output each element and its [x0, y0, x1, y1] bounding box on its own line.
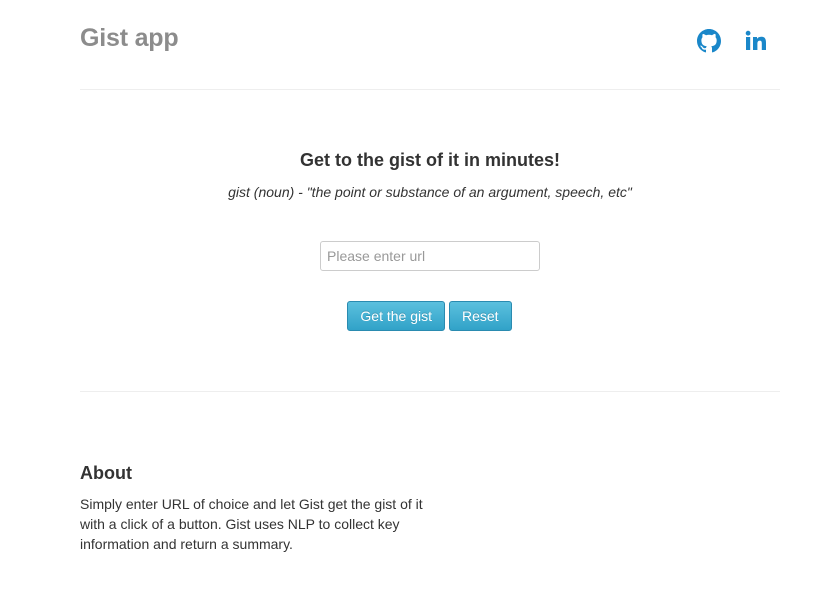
hero-section: Get to the gist of it in minutes! gist (…: [80, 148, 780, 202]
github-icon: [697, 29, 721, 53]
about-title: About: [80, 463, 132, 483]
get-gist-button[interactable]: Get the gist: [347, 301, 445, 331]
section-divider: [80, 391, 780, 392]
about-section: About Simply enter URL of choice and let…: [80, 462, 430, 554]
url-input[interactable]: [320, 241, 540, 271]
social-links: [697, 29, 768, 53]
github-link[interactable]: [697, 29, 721, 53]
reset-button[interactable]: Reset: [449, 301, 512, 331]
linkedin-link[interactable]: [744, 29, 768, 53]
hero-title: Get to the gist of it in minutes!: [300, 150, 560, 170]
app-brand[interactable]: Gist app: [80, 24, 179, 53]
about-text: Simply enter URL of choice and let Gist …: [80, 496, 423, 552]
hero-subtitle: gist (noun) - "the point or substance of…: [228, 184, 632, 200]
header-divider: [80, 89, 780, 90]
form-actions: Get the gist Reset: [0, 301, 834, 331]
page: Gist app Get to the gist of it in minute…: [0, 0, 834, 613]
linkedin-icon: [744, 29, 768, 53]
